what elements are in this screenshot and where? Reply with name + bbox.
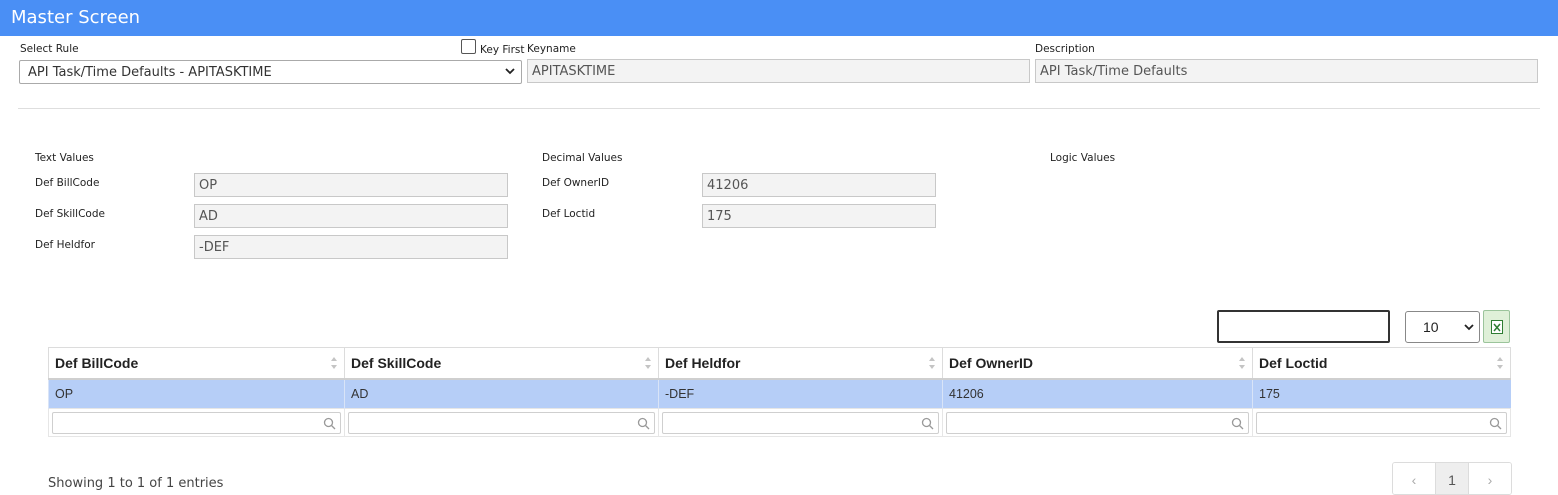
filter-cell xyxy=(344,408,659,437)
select-rule-label: Select Rule xyxy=(20,43,79,55)
text-values-heading: Text Values xyxy=(35,152,94,164)
def-loctid-field[interactable]: 175 xyxy=(702,204,936,228)
page-size-value: 10 xyxy=(1423,319,1439,335)
export-excel-button[interactable] xyxy=(1483,310,1510,343)
search-icon xyxy=(323,417,336,429)
page-title: Master Screen xyxy=(11,7,141,28)
table-search-input[interactable] xyxy=(1217,310,1390,343)
keyname-field[interactable]: APITASKTIME xyxy=(527,59,1030,83)
column-header-label: Def BillCode xyxy=(55,354,139,371)
def-skillcode-label: Def SkillCode xyxy=(35,208,105,220)
excel-icon xyxy=(1491,320,1503,334)
sort-icon xyxy=(331,357,337,369)
def-heldfor-field[interactable]: -DEF xyxy=(194,235,508,259)
column-header-label: Def OwnerID xyxy=(949,354,1034,371)
filter-cell xyxy=(942,408,1253,437)
table-row[interactable]: OP AD -DEF 41206 175 xyxy=(48,378,1511,409)
table-cell: 41206 xyxy=(942,378,1253,409)
select-rule-value: API Task/Time Defaults - APITASKTIME xyxy=(28,65,272,80)
column-header-def-heldfor[interactable]: Def Heldfor xyxy=(658,347,943,380)
pagination: ‹ 1 › xyxy=(1392,462,1512,495)
column-header-def-skillcode[interactable]: Def SkillCode xyxy=(344,347,659,380)
search-icon xyxy=(637,417,650,429)
search-icon xyxy=(1489,417,1502,429)
divider xyxy=(18,108,1540,109)
column-filter-input[interactable] xyxy=(662,411,939,434)
sort-icon xyxy=(1497,357,1503,369)
page-1-button[interactable]: 1 xyxy=(1435,463,1469,494)
previous-page-button[interactable]: ‹ xyxy=(1393,463,1435,494)
next-page-button[interactable]: › xyxy=(1469,463,1511,494)
table-cell: 175 xyxy=(1252,378,1511,409)
page-size-select[interactable]: 10 xyxy=(1405,311,1480,343)
column-filter-input[interactable] xyxy=(1256,411,1507,434)
description-label: Description xyxy=(1035,43,1095,55)
column-header-def-loctid[interactable]: Def Loctid xyxy=(1252,347,1511,380)
filter-cell xyxy=(1252,408,1511,437)
column-header-label: Def Loctid xyxy=(1259,354,1328,371)
filter-cell xyxy=(48,408,345,437)
table-cell: -DEF xyxy=(658,378,943,409)
sort-icon xyxy=(645,357,651,369)
decimal-values-heading: Decimal Values xyxy=(542,152,623,164)
description-field[interactable]: API Task/Time Defaults xyxy=(1035,59,1538,83)
column-header-label: Def SkillCode xyxy=(351,354,442,371)
chevron-down-icon xyxy=(1464,324,1474,331)
def-skillcode-field[interactable]: AD xyxy=(194,204,508,228)
def-ownerid-field[interactable]: 41206 xyxy=(702,173,936,197)
def-ownerid-label: Def OwnerID xyxy=(542,177,610,189)
sort-icon xyxy=(1239,357,1245,369)
filter-row xyxy=(48,408,1511,437)
select-rule-dropdown[interactable]: API Task/Time Defaults - APITASKTIME xyxy=(19,60,522,84)
column-filter-input[interactable] xyxy=(348,411,655,434)
search-icon xyxy=(921,417,934,429)
column-header-label: Def Heldfor xyxy=(665,354,741,371)
key-first-checkbox[interactable] xyxy=(461,39,476,54)
column-filter-input[interactable] xyxy=(946,411,1249,434)
column-filter-input[interactable] xyxy=(52,411,341,434)
logic-values-heading: Logic Values xyxy=(1050,152,1116,164)
table-cell: AD xyxy=(344,378,659,409)
def-billcode-field[interactable]: OP xyxy=(194,173,508,197)
keyname-label: Keyname xyxy=(527,43,576,55)
def-billcode-label: Def BillCode xyxy=(35,177,100,189)
def-heldfor-label: Def Heldfor xyxy=(35,239,95,251)
table-header-row: Def BillCode Def SkillCode Def Heldfor D… xyxy=(48,347,1511,380)
def-loctid-label: Def Loctid xyxy=(542,208,596,220)
filter-cell xyxy=(658,408,943,437)
chevron-down-icon xyxy=(505,68,515,75)
table-cell: OP xyxy=(48,378,345,409)
search-icon xyxy=(1231,417,1244,429)
entries-info: Showing 1 to 1 of 1 entries xyxy=(48,476,224,491)
page-header: Master Screen xyxy=(0,0,1558,36)
sort-icon xyxy=(929,357,935,369)
column-header-def-ownerid[interactable]: Def OwnerID xyxy=(942,347,1253,380)
column-header-def-billcode[interactable]: Def BillCode xyxy=(48,347,345,380)
data-table: Def BillCode Def SkillCode Def Heldfor D… xyxy=(48,347,1511,437)
key-first-label: Key First xyxy=(480,44,525,56)
